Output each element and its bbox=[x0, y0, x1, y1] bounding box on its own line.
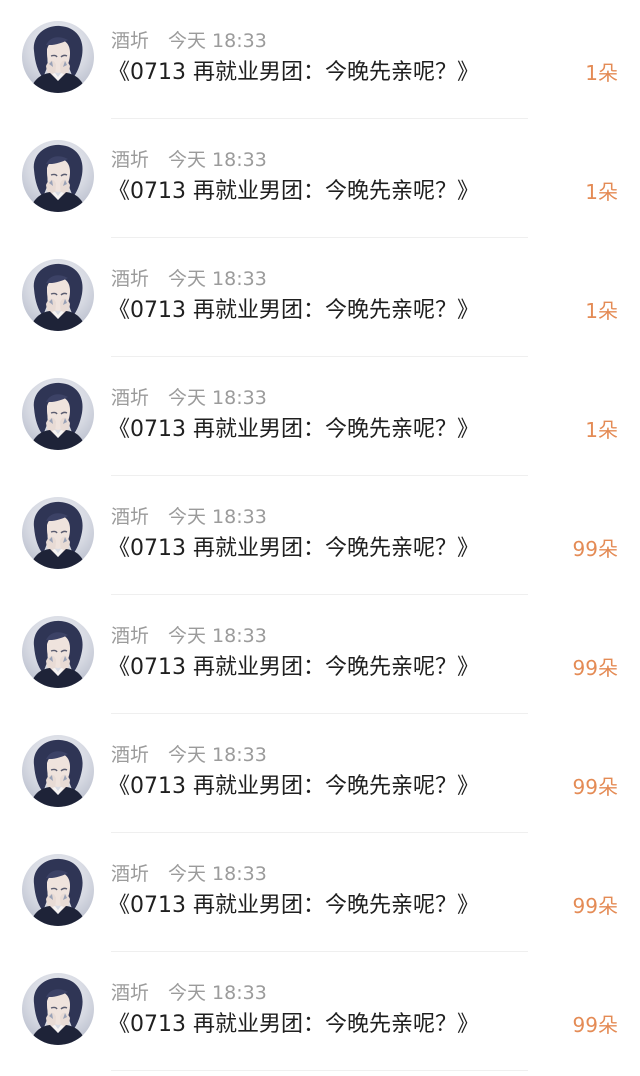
avatar-portrait-icon bbox=[22, 259, 94, 331]
avatar-portrait-icon bbox=[22, 973, 94, 1045]
gift-record-row[interactable]: 酒圻 今天 18:33 《0713 再就业男团：今晚先亲呢？》 99朵 bbox=[0, 833, 640, 952]
gift-record-row[interactable]: 酒圻 今天 18:33 《0713 再就业男团：今晚先亲呢？》 99朵 bbox=[0, 952, 640, 1071]
content-title[interactable]: 《0713 再就业男团：今晚先亲呢？》 bbox=[108, 532, 479, 566]
avatar[interactable] bbox=[22, 140, 94, 212]
avatar-portrait-icon bbox=[22, 21, 94, 93]
avatar[interactable] bbox=[22, 497, 94, 569]
gift-record-row[interactable]: 酒圻 今天 18:33 《0713 再就业男团：今晚先亲呢？》 99朵 bbox=[0, 714, 640, 833]
flower-count: 1朵 bbox=[585, 180, 618, 204]
content-title[interactable]: 《0713 再就业男团：今晚先亲呢？》 bbox=[108, 889, 479, 923]
flower-count: 1朵 bbox=[585, 61, 618, 85]
record-meta: 酒圻 今天 18:33 bbox=[111, 386, 267, 410]
gift-record-row[interactable]: 酒圻 今天 18:33 《0713 再就业男团：今晚先亲呢？》 1朵 bbox=[0, 0, 640, 119]
timestamp: 今天 18:33 bbox=[168, 625, 267, 647]
divider bbox=[111, 1070, 528, 1071]
avatar[interactable] bbox=[22, 735, 94, 807]
timestamp: 今天 18:33 bbox=[168, 387, 267, 409]
avatar[interactable] bbox=[22, 259, 94, 331]
content-title[interactable]: 《0713 再就业男团：今晚先亲呢？》 bbox=[108, 294, 479, 328]
avatar[interactable] bbox=[22, 21, 94, 93]
username[interactable]: 酒圻 bbox=[111, 386, 168, 410]
flower-count: 99朵 bbox=[572, 1013, 618, 1037]
avatar-portrait-icon bbox=[22, 497, 94, 569]
gift-record-row[interactable]: 酒圻 今天 18:33 《0713 再就业男团：今晚先亲呢？》 1朵 bbox=[0, 119, 640, 238]
avatar-portrait-icon bbox=[22, 378, 94, 450]
flower-count: 99朵 bbox=[572, 656, 618, 680]
username[interactable]: 酒圻 bbox=[111, 981, 168, 1005]
record-meta: 酒圻 今天 18:33 bbox=[111, 981, 267, 1005]
avatar[interactable] bbox=[22, 854, 94, 926]
content-title[interactable]: 《0713 再就业男团：今晚先亲呢？》 bbox=[108, 175, 479, 209]
avatar[interactable] bbox=[22, 973, 94, 1045]
content-title[interactable]: 《0713 再就业男团：今晚先亲呢？》 bbox=[108, 1008, 479, 1042]
avatar-portrait-icon bbox=[22, 735, 94, 807]
avatar-portrait-icon bbox=[22, 140, 94, 212]
avatar-portrait-icon bbox=[22, 854, 94, 926]
avatar-portrait-icon bbox=[22, 616, 94, 688]
timestamp: 今天 18:33 bbox=[168, 149, 267, 171]
record-meta: 酒圻 今天 18:33 bbox=[111, 267, 267, 291]
flower-count: 1朵 bbox=[585, 418, 618, 442]
username[interactable]: 酒圻 bbox=[111, 862, 168, 886]
username[interactable]: 酒圻 bbox=[111, 148, 168, 172]
content-title[interactable]: 《0713 再就业男团：今晚先亲呢？》 bbox=[108, 56, 479, 90]
record-meta: 酒圻 今天 18:33 bbox=[111, 624, 267, 648]
flower-count: 99朵 bbox=[572, 537, 618, 561]
timestamp: 今天 18:33 bbox=[168, 268, 267, 290]
record-meta: 酒圻 今天 18:33 bbox=[111, 505, 267, 529]
flower-count: 1朵 bbox=[585, 299, 618, 323]
username[interactable]: 酒圻 bbox=[111, 505, 168, 529]
timestamp: 今天 18:33 bbox=[168, 863, 267, 885]
gift-record-row[interactable]: 酒圻 今天 18:33 《0713 再就业男团：今晚先亲呢？》 99朵 bbox=[0, 595, 640, 714]
record-meta: 酒圻 今天 18:33 bbox=[111, 743, 267, 767]
username[interactable]: 酒圻 bbox=[111, 743, 168, 767]
username[interactable]: 酒圻 bbox=[111, 624, 168, 648]
timestamp: 今天 18:33 bbox=[168, 506, 267, 528]
timestamp: 今天 18:33 bbox=[168, 744, 267, 766]
flower-count: 99朵 bbox=[572, 894, 618, 918]
record-meta: 酒圻 今天 18:33 bbox=[111, 29, 267, 53]
content-title[interactable]: 《0713 再就业男团：今晚先亲呢？》 bbox=[108, 770, 479, 804]
gift-record-row[interactable]: 酒圻 今天 18:33 《0713 再就业男团：今晚先亲呢？》 99朵 bbox=[0, 476, 640, 595]
username[interactable]: 酒圻 bbox=[111, 29, 168, 53]
gift-record-row[interactable]: 酒圻 今天 18:33 《0713 再就业男团：今晚先亲呢？》 1朵 bbox=[0, 238, 640, 357]
timestamp: 今天 18:33 bbox=[168, 982, 267, 1004]
flower-count: 99朵 bbox=[572, 775, 618, 799]
username[interactable]: 酒圻 bbox=[111, 267, 168, 291]
content-title[interactable]: 《0713 再就业男团：今晚先亲呢？》 bbox=[108, 651, 479, 685]
avatar[interactable] bbox=[22, 616, 94, 688]
gift-record-list: 酒圻 今天 18:33 《0713 再就业男团：今晚先亲呢？》 1朵 酒圻 今天… bbox=[0, 0, 640, 1076]
gift-record-row[interactable]: 酒圻 今天 18:33 《0713 再就业男团：今晚先亲呢？》 1朵 bbox=[0, 357, 640, 476]
timestamp: 今天 18:33 bbox=[168, 30, 267, 52]
record-meta: 酒圻 今天 18:33 bbox=[111, 862, 267, 886]
content-title[interactable]: 《0713 再就业男团：今晚先亲呢？》 bbox=[108, 413, 479, 447]
avatar[interactable] bbox=[22, 378, 94, 450]
record-meta: 酒圻 今天 18:33 bbox=[111, 148, 267, 172]
